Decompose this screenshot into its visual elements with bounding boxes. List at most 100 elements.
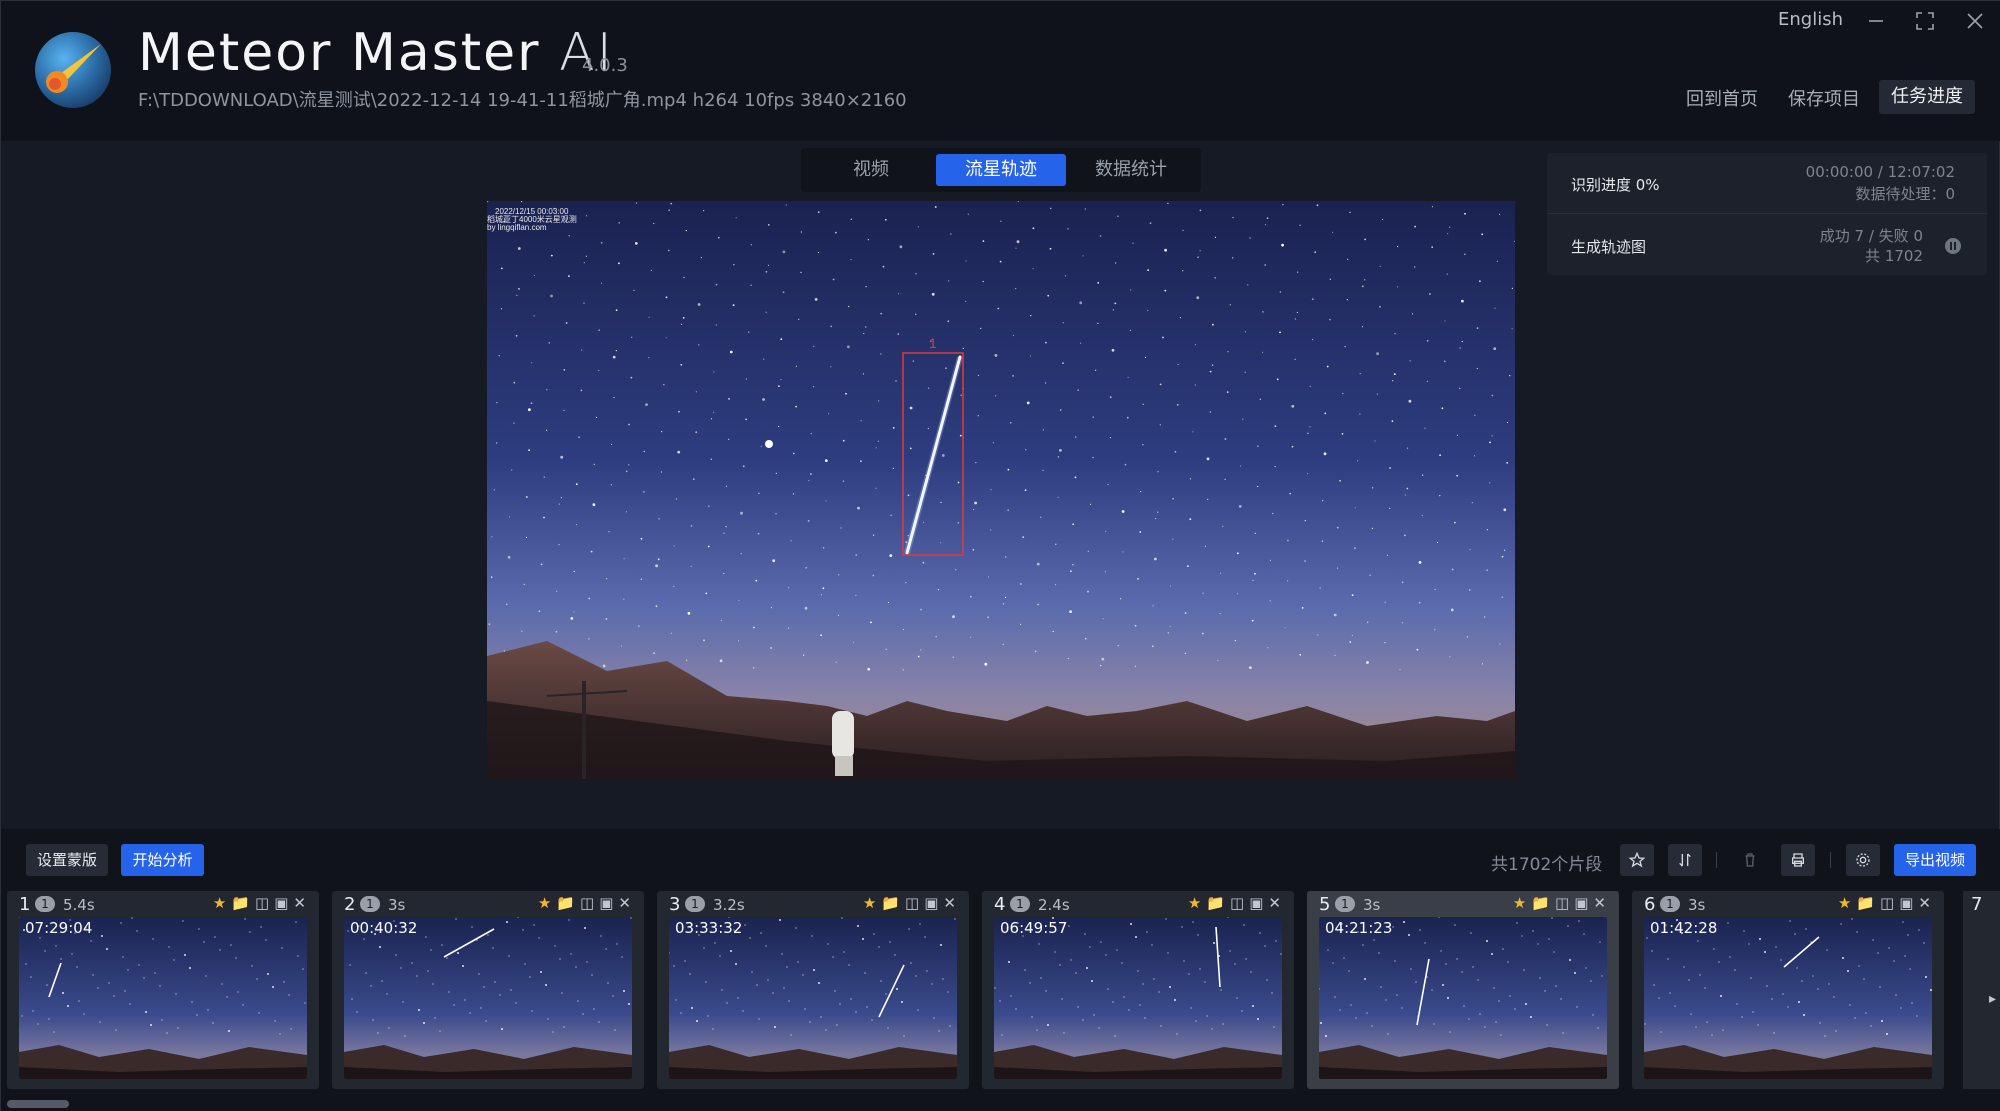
tab-data-stats[interactable]: 数据统计	[1066, 154, 1196, 186]
clip-thumbnail[interactable]: 07:29:04	[19, 917, 307, 1079]
star-icon[interactable]: ★	[1513, 894, 1531, 912]
clip-index: 2	[344, 894, 356, 915]
video-icon[interactable]: ◫	[905, 894, 924, 912]
clip-actions: ★📁◫▣✕	[1838, 894, 1936, 912]
folder-icon[interactable]: 📁	[231, 894, 255, 912]
fullscreen-button[interactable]	[1905, 3, 1945, 39]
tab-meteor-track[interactable]: 流星轨迹	[936, 154, 1066, 186]
clip-time: 00:40:32	[350, 919, 418, 937]
clip-header: 3 1 3.2s ★📁◫▣✕	[657, 891, 969, 915]
printer-icon	[1792, 853, 1804, 867]
meteor-count-badge: 1	[360, 896, 380, 912]
folder-icon[interactable]: 📁	[1206, 894, 1230, 912]
version-label: 4.0.3	[582, 55, 628, 76]
camera-icon[interactable]: ▣	[599, 894, 618, 912]
scrollbar-thumb[interactable]	[7, 1100, 69, 1108]
camera-icon[interactable]: ▣	[1574, 894, 1593, 912]
clip-duration: 3s	[1363, 896, 1381, 914]
meteor-count-badge: 1	[1660, 896, 1680, 912]
camera-icon[interactable]: ▣	[1899, 894, 1918, 912]
progress-panel: 识别进度 0% 00:00:00 / 12:07:02 数据待处理：0 生成轨迹…	[1547, 153, 1987, 275]
clip-duration: 2.4s	[1038, 896, 1070, 914]
clip-actions: ★📁◫▣✕	[538, 894, 636, 912]
app-title: Meteor Master AI	[138, 23, 614, 83]
clip-card[interactable]: 4 1 2.4s ★📁◫▣✕ 06:49:57	[982, 891, 1294, 1089]
clip-index: 7	[1971, 894, 1983, 915]
main-preview-image[interactable]: 1 2022/12/15 00:03:00 稻城亚丁4000米云星观测 by l…	[487, 201, 1515, 779]
clip-thumbnail[interactable]: 06:49:57	[994, 917, 1282, 1079]
file-path: F:\TDDOWNLOAD\流星测试\2022-12-14 19-41-11稻城…	[138, 90, 907, 111]
star-icon[interactable]: ★	[1838, 894, 1856, 912]
favorite-filter-button[interactable]	[1620, 844, 1654, 876]
clip-thumbnail[interactable]: 01:42:28	[1644, 917, 1932, 1079]
star-icon[interactable]: ★	[1188, 894, 1206, 912]
camera-icon[interactable]: ▣	[924, 894, 943, 912]
star-icon	[1628, 851, 1646, 868]
video-icon[interactable]: ◫	[1880, 894, 1899, 912]
minimize-button[interactable]	[1856, 3, 1896, 39]
video-icon[interactable]: ◫	[580, 894, 599, 912]
horizontal-scrollbar[interactable]	[1, 1098, 2000, 1108]
settings-button[interactable]	[1846, 844, 1880, 876]
clip-index: 3	[669, 894, 681, 915]
clip-duration: 5.4s	[63, 896, 95, 914]
clip-card[interactable]: 2 1 3s ★📁◫▣✕ 00:40:32	[332, 891, 644, 1089]
clip-header: 1 1 5.4s ★📁◫▣✕	[7, 891, 319, 915]
pause-icon[interactable]	[1945, 238, 1961, 254]
delete-button[interactable]	[1733, 844, 1767, 876]
minimize-icon	[1869, 20, 1883, 22]
clip-time: 07:29:04	[25, 919, 93, 937]
clip-thumbnail[interactable]: 00:40:32	[344, 917, 632, 1079]
video-icon[interactable]: ◫	[1555, 894, 1574, 912]
clip-card[interactable]: 3 1 3.2s ★📁◫▣✕ 03:33:32	[657, 891, 969, 1089]
clip-thumbnail[interactable]: 04:21:23	[1319, 917, 1607, 1079]
folder-icon[interactable]: 📁	[1856, 894, 1880, 912]
close-icon[interactable]: ✕	[293, 894, 311, 912]
home-link[interactable]: 回到首页	[1686, 85, 1758, 111]
close-window-button[interactable]	[1955, 3, 1995, 39]
close-icon[interactable]: ✕	[1918, 894, 1936, 912]
video-icon[interactable]: ◫	[255, 894, 274, 912]
segment-count: 共1702个片段	[1491, 855, 1603, 875]
clip-header: 4 1 2.4s ★📁◫▣✕	[982, 891, 1294, 915]
meteor-count-badge: 1	[35, 896, 55, 912]
clip-thumbnail[interactable]: 03:33:32	[669, 917, 957, 1079]
close-icon[interactable]: ✕	[618, 894, 636, 912]
task-progress-button[interactable]: 任务进度	[1879, 80, 1975, 114]
clip-card-partial[interactable]: 7	[1963, 891, 2000, 1089]
clip-header: 2 1 3s ★📁◫▣✕	[332, 891, 644, 915]
star-icon[interactable]: ★	[538, 894, 556, 912]
folder-icon[interactable]: 📁	[881, 894, 905, 912]
clip-time: 01:42:28	[1650, 919, 1718, 937]
sort-button[interactable]	[1668, 844, 1702, 876]
set-mask-button[interactable]: 设置蒙版	[26, 844, 108, 876]
folder-icon[interactable]: 📁	[1531, 894, 1555, 912]
language-selector[interactable]: English	[1778, 9, 1843, 30]
toolbar-divider	[1716, 852, 1717, 868]
start-analysis-button[interactable]: 开始分析	[121, 844, 204, 876]
print-button[interactable]	[1781, 844, 1815, 876]
close-icon[interactable]: ✕	[943, 894, 961, 912]
star-icon[interactable]: ★	[863, 894, 881, 912]
clip-card[interactable]: 1 1 5.4s ★📁◫▣✕ 07:29:04	[7, 891, 319, 1089]
video-icon[interactable]: ◫	[1230, 894, 1249, 912]
clip-index: 4	[994, 894, 1006, 915]
folder-icon[interactable]: 📁	[556, 894, 580, 912]
clip-time: 03:33:32	[675, 919, 743, 937]
save-project-link[interactable]: 保存项目	[1788, 85, 1860, 111]
app-name: Meteor Master	[138, 23, 541, 83]
clip-card[interactable]: 6 1 3s ★📁◫▣✕ 01:42:28	[1632, 891, 1944, 1089]
scroll-right-icon[interactable]: ▸	[1989, 991, 1996, 1007]
meteor-count-badge: 1	[1010, 896, 1030, 912]
trash-icon	[1745, 853, 1755, 867]
close-icon	[1967, 13, 1983, 29]
close-icon[interactable]: ✕	[1593, 894, 1611, 912]
star-icon[interactable]: ★	[213, 894, 231, 912]
camera-icon[interactable]: ▣	[1249, 894, 1268, 912]
camera-icon[interactable]: ▣	[274, 894, 293, 912]
total-count: 共 1702	[1865, 247, 1923, 265]
export-video-button[interactable]: 导出视频	[1894, 844, 1976, 876]
tab-video[interactable]: 视频	[806, 154, 936, 186]
close-icon[interactable]: ✕	[1268, 894, 1286, 912]
clip-card[interactable]: 5 1 3s ★📁◫▣✕ 04:21:23	[1307, 891, 1619, 1089]
